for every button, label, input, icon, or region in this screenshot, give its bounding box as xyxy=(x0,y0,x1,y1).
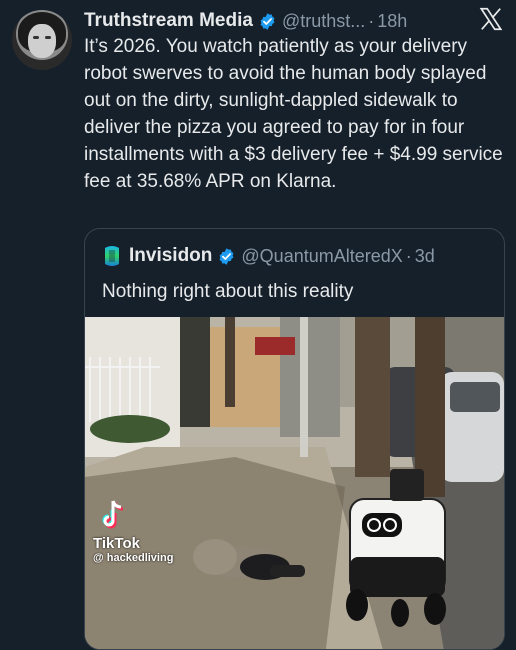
verified-badge-icon xyxy=(260,12,275,30)
tiktok-watermark: TikTok @ hackedliving xyxy=(93,499,173,564)
tiktok-brand-label: TikTok xyxy=(93,535,140,552)
quoted-avatar-icon[interactable] xyxy=(103,245,121,267)
quoted-tweet-card[interactable]: Invisidon @QuantumAlteredX · 3d Nothing … xyxy=(84,228,505,650)
tiktok-icon xyxy=(102,500,124,529)
quoted-tweet-text: Nothing right about this reality xyxy=(102,281,354,302)
author-avatar[interactable] xyxy=(12,10,72,70)
separator-dot: · xyxy=(368,10,375,31)
video-media[interactable]: TikTok @ hackedliving xyxy=(85,317,504,649)
verified-badge-icon xyxy=(219,247,234,265)
quoted-tweet-header: Invisidon @QuantumAlteredX · 3d xyxy=(103,245,435,267)
author-name[interactable]: Truthstream Media xyxy=(84,10,253,32)
post-time[interactable]: 18h xyxy=(377,11,407,32)
tweet-header: Truthstream Media @truthst... · 18h xyxy=(84,6,506,36)
x-logo-icon[interactable] xyxy=(478,6,504,32)
tweet-text: It’s 2026. You watch patiently as your d… xyxy=(84,36,503,192)
tiktok-handle-label: @ hackedliving xyxy=(93,552,174,564)
quoted-author-name[interactable]: Invisidon xyxy=(129,245,212,267)
author-handle[interactable]: @truthst... xyxy=(282,11,365,32)
quoted-post-time[interactable]: 3d xyxy=(415,246,435,267)
separator-dot: · xyxy=(405,245,412,266)
street-scene-image xyxy=(85,317,504,649)
quoted-author-handle[interactable]: @QuantumAlteredX xyxy=(241,246,402,267)
